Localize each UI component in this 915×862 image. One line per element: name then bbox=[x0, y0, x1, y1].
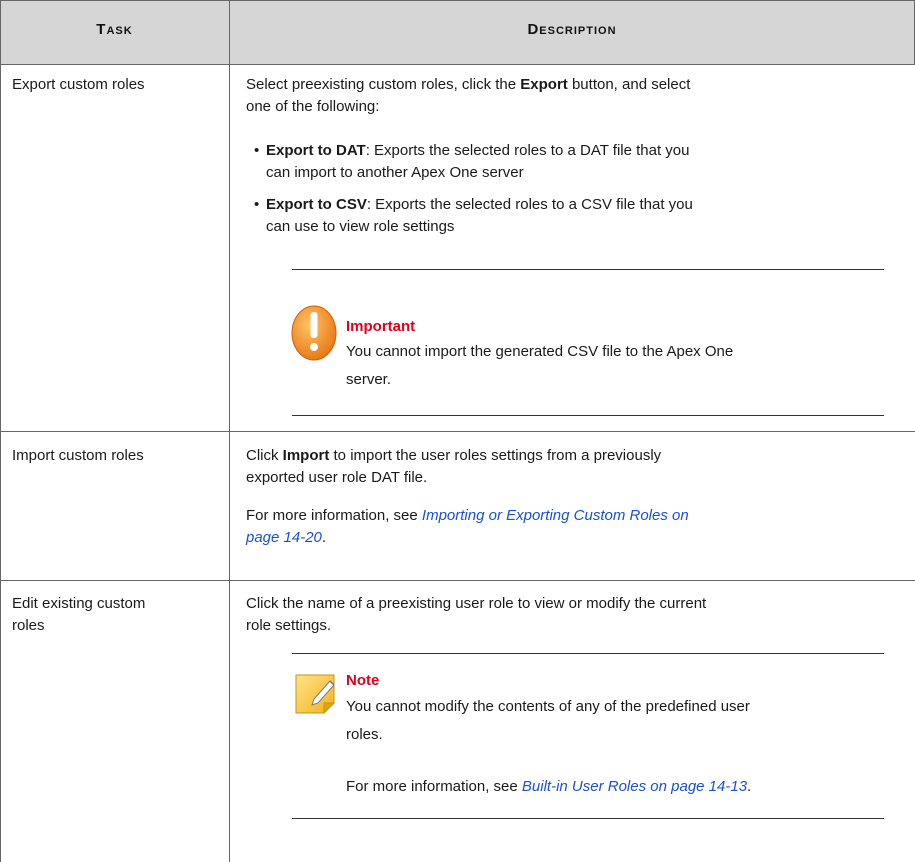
intro-line-2: one of the following: bbox=[246, 98, 380, 115]
import-text: Click bbox=[246, 447, 283, 464]
import-line-2: exported user role DAT file. bbox=[246, 469, 428, 486]
description-export-intro: Select preexisting custom roles, click t… bbox=[246, 74, 896, 118]
task-cell-import: Import custom roles bbox=[12, 447, 144, 464]
task-edit-line-2: roles bbox=[12, 617, 45, 634]
description-edit: Click the name of a preexisting user rol… bbox=[246, 593, 896, 637]
period: . bbox=[321, 529, 327, 546]
note-more-info: For more information, see Built-in User … bbox=[346, 773, 891, 801]
more-info-text: For more information, see bbox=[346, 778, 522, 795]
callout-top-rule bbox=[292, 269, 884, 270]
bullet-title: Export to CSV bbox=[266, 196, 367, 213]
important-line-1: You cannot import the generated CSV file… bbox=[346, 343, 734, 360]
note-bottom-rule bbox=[292, 818, 884, 819]
note-title: Note bbox=[346, 672, 380, 689]
task-edit-line-1: Edit existing custom bbox=[12, 595, 146, 612]
intro-text-end: button, and select bbox=[567, 76, 691, 93]
bullet-dot: • bbox=[254, 196, 260, 213]
task-description-table: Task Description Export custom roles Sel… bbox=[0, 0, 915, 862]
period: . bbox=[747, 778, 752, 795]
note-icon bbox=[295, 674, 336, 715]
callout-bottom-rule bbox=[292, 415, 884, 416]
important-line-2: server. bbox=[346, 371, 392, 388]
bullet-text: : Exports the selected roles to a DAT fi… bbox=[365, 142, 690, 159]
edit-line-1: Click the name of a preexisting user rol… bbox=[246, 595, 707, 612]
import-text-end: to import the user roles settings from a… bbox=[329, 447, 662, 464]
header-description: Description bbox=[527, 21, 617, 38]
note-line-1: You cannot modify the contents of any of… bbox=[346, 698, 750, 715]
bullet-text-line2: can use to view role settings bbox=[266, 218, 455, 235]
header-task: Task bbox=[96, 21, 133, 38]
built-in-user-roles-link[interactable]: Built-in User Roles on page 14-13 bbox=[522, 778, 747, 795]
important-body: You cannot import the generated CSV file… bbox=[346, 338, 891, 394]
description-import: Click Import to import the user roles se… bbox=[246, 445, 896, 489]
header-divider bbox=[0, 64, 915, 65]
important-title: Important bbox=[346, 318, 416, 335]
note-line-2: roles. bbox=[346, 726, 383, 743]
bullet-text: : Exports the selected roles to a CSV fi… bbox=[366, 196, 693, 213]
warning-icon bbox=[291, 305, 337, 361]
importing-exporting-link[interactable]: Importing or Exporting Custom Roles on bbox=[422, 507, 689, 524]
row-divider-2 bbox=[0, 580, 915, 581]
more-info-text: For more information, see bbox=[246, 507, 422, 524]
task-cell-export: Export custom roles bbox=[12, 76, 145, 93]
task-cell-edit: Edit existing custom roles bbox=[12, 593, 217, 637]
bullet-text-line2: can import to another Apex One server bbox=[266, 164, 524, 181]
bullet-title: Export to DAT bbox=[266, 142, 366, 159]
row-divider-1 bbox=[0, 431, 915, 432]
intro-text: Select preexisting custom roles, click t… bbox=[246, 76, 521, 93]
bullet-dot: • bbox=[254, 142, 260, 159]
export-button-ref: Export bbox=[520, 76, 568, 93]
import-button-ref: Import bbox=[282, 447, 330, 464]
description-import-more: For more information, see Importing or E… bbox=[246, 505, 896, 549]
note-top-rule bbox=[292, 653, 884, 654]
note-body: You cannot modify the contents of any of… bbox=[346, 693, 891, 749]
edit-line-2: role settings. bbox=[246, 617, 332, 634]
table-border-top bbox=[0, 0, 915, 1]
importing-exporting-link-page[interactable]: page 14-20 bbox=[246, 529, 322, 546]
